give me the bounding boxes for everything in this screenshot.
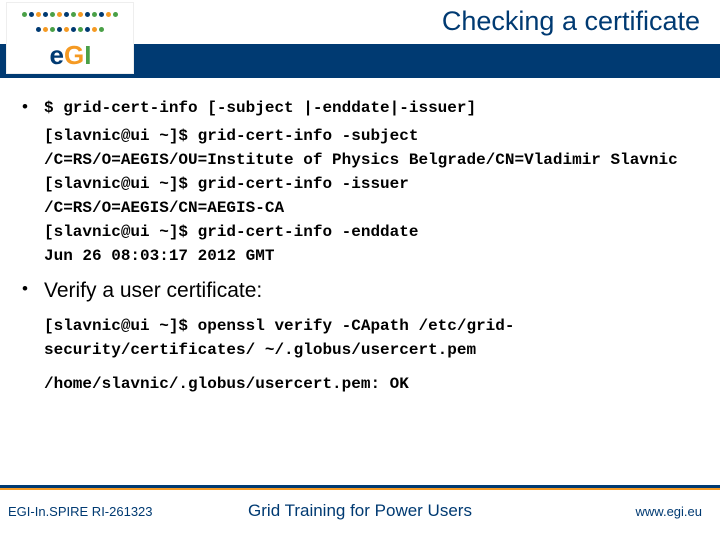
terminal-line: [slavnic@ui ~]$ grid-cert-info -subject [44, 124, 698, 148]
terminal-line: [slavnic@ui ~]$ grid-cert-info -enddate [44, 220, 698, 244]
egi-logo: eGI [6, 2, 134, 74]
command-syntax: $ grid-cert-info [-subject |-enddate|-is… [44, 96, 698, 120]
terminal-line: /home/slavnic/.globus/usercert.pem: OK [44, 372, 698, 396]
verify-heading: Verify a user certificate: [44, 278, 698, 304]
terminal-line: [slavnic@ui ~]$ openssl verify -CApath /… [44, 314, 698, 362]
bullet-dot-icon: • [22, 96, 44, 268]
bullet-item-verify: • Verify a user certificate: [22, 278, 698, 304]
footer-url: www.egi.eu [636, 504, 702, 519]
terminal-line: /C=RS/O=AEGIS/OU=Institute of Physics Be… [44, 148, 698, 172]
logo-text: eGI [50, 40, 91, 71]
terminal-line: [slavnic@ui ~]$ grid-cert-info -issuer [44, 172, 698, 196]
bullet-dot-icon: • [22, 278, 44, 304]
terminal-line: Jun 26 08:03:17 2012 GMT [44, 244, 698, 268]
terminal-line: /C=RS/O=AEGIS/CN=AEGIS-CA [44, 196, 698, 220]
slide-header: Checking a certificate eGI [0, 0, 720, 78]
logo-dots-icon [20, 12, 120, 40]
slide-content: • $ grid-cert-info [-subject |-enddate|-… [0, 78, 720, 396]
bullet-item-command: • $ grid-cert-info [-subject |-enddate|-… [22, 96, 698, 268]
slide-footer: EGI-In.SPIRE RI-261323 Grid Training for… [0, 490, 720, 540]
footer-center-text: Grid Training for Power Users [0, 501, 720, 521]
